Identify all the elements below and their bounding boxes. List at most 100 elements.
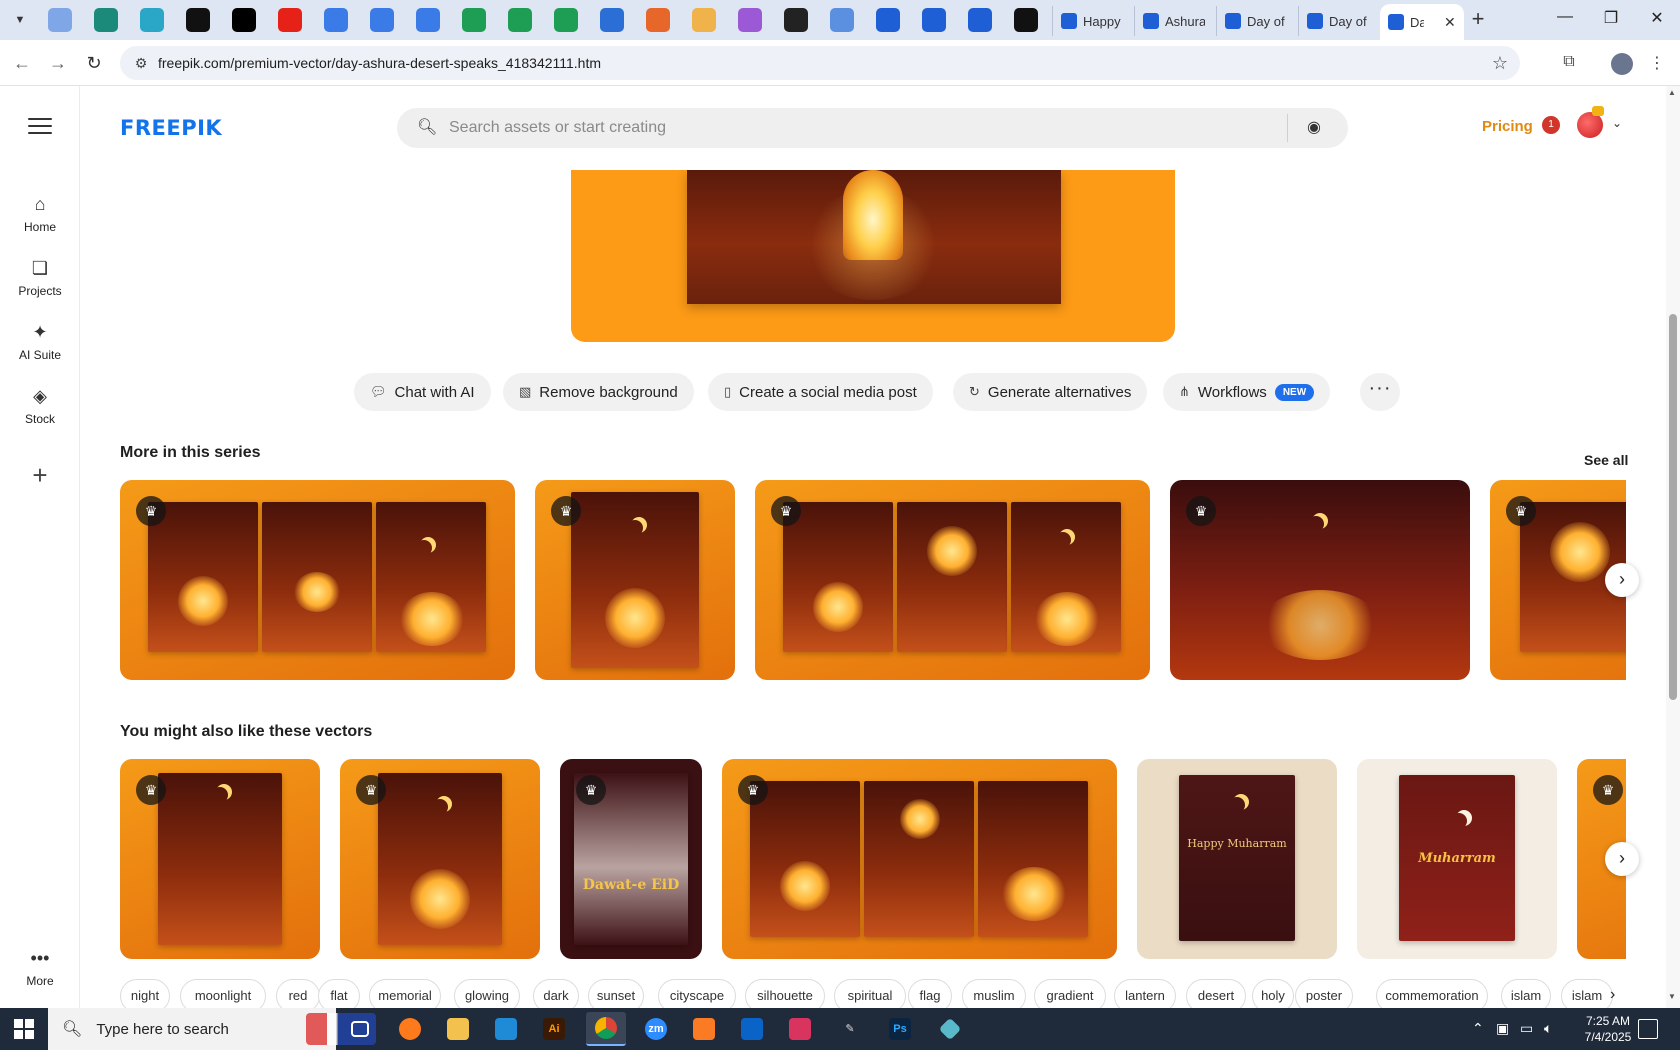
- app-diamond-icon[interactable]: [930, 1012, 970, 1046]
- volume-icon[interactable]: 🔈︎: [1544, 1020, 1552, 1037]
- workflows-button[interactable]: ⋔ Workflows NEW: [1163, 373, 1331, 411]
- series-card[interactable]: ♛: [120, 480, 515, 680]
- scroll-up-icon[interactable]: ▲: [1668, 88, 1676, 97]
- file-explorer-icon[interactable]: [438, 1012, 478, 1046]
- pen-tool-icon[interactable]: ✎: [830, 1012, 870, 1046]
- page-scrollbar[interactable]: ▲ ▼: [1666, 86, 1680, 1008]
- pinned-tab-12[interactable]: [830, 8, 854, 32]
- outlook-icon[interactable]: [732, 1012, 772, 1046]
- vscode-icon[interactable]: [486, 1012, 526, 1046]
- tray-app-icon[interactable]: ▣: [1496, 1020, 1509, 1037]
- tags-next-arrow-icon[interactable]: ›: [1610, 986, 1615, 1004]
- pinned-tab-4[interactable]: [186, 8, 210, 32]
- more-actions-button[interactable]: ···: [1360, 373, 1400, 411]
- pinned-tab-docs-3[interactable]: [416, 8, 440, 32]
- pinned-tab-sheets-3[interactable]: [554, 8, 578, 32]
- firefox-icon[interactable]: [390, 1012, 430, 1046]
- browser-menu-icon[interactable]: ⋮: [1646, 53, 1668, 75]
- tab-day-of-1[interactable]: Day of: [1216, 6, 1295, 36]
- pinned-tab-docs-2[interactable]: [370, 8, 394, 32]
- series-card[interactable]: ♛: [1170, 480, 1470, 680]
- similar-card[interactable]: ♛: [340, 759, 540, 959]
- creative-cloud-icon[interactable]: [780, 1012, 820, 1046]
- pinned-tab-sheets-1[interactable]: [462, 8, 486, 32]
- reload-icon[interactable]: ↻: [82, 52, 106, 76]
- pinned-tab-14[interactable]: [922, 8, 946, 32]
- rail-item-projects[interactable]: ❏ Projects: [0, 256, 80, 298]
- profile-avatar[interactable]: [1611, 53, 1633, 75]
- address-bar[interactable]: ⚙ freepik.com/premium-vector/day-ashura-…: [120, 46, 1520, 80]
- tab-active[interactable]: Da ✕: [1380, 4, 1464, 40]
- pinned-tab-9[interactable]: [692, 8, 716, 32]
- rail-item-more[interactable]: ••• More: [0, 946, 80, 988]
- pinned-tab-5[interactable]: [232, 8, 256, 32]
- task-view-icon[interactable]: [340, 1012, 380, 1046]
- forward-arrow-icon[interactable]: →: [46, 52, 70, 76]
- similar-card[interactable]: ♛: [722, 759, 1117, 959]
- scrollbar-thumb[interactable]: [1669, 314, 1677, 700]
- camera-search-icon[interactable]: ◉: [1307, 117, 1321, 137]
- xampp-icon[interactable]: [684, 1012, 724, 1046]
- search-input[interactable]: [449, 108, 1269, 148]
- pinned-tab-11[interactable]: [784, 8, 808, 32]
- pinned-tab-youtube[interactable]: [278, 8, 302, 32]
- windows-start-icon[interactable]: [14, 1019, 34, 1039]
- taskbar-clock[interactable]: 7:25 AM 7/4/2025: [1576, 1013, 1640, 1045]
- similar-card[interactable]: Muharram: [1357, 759, 1557, 959]
- pinned-tab-16[interactable]: [1014, 8, 1038, 32]
- pinned-tab-13[interactable]: [876, 8, 900, 32]
- remove-background-button[interactable]: ▧ Remove background: [503, 373, 694, 411]
- pinned-tab-8[interactable]: [646, 8, 670, 32]
- pinned-tab-10[interactable]: [738, 8, 762, 32]
- add-plus-icon[interactable]: +: [22, 458, 58, 494]
- tab-happy[interactable]: Happy: [1052, 6, 1131, 36]
- close-window-icon[interactable]: ✕: [1642, 8, 1672, 32]
- create-social-post-button[interactable]: ▯ Create a social media post: [708, 373, 933, 411]
- similar-card[interactable]: Dawat-e EiD ♛: [560, 759, 702, 959]
- pinned-tab-2[interactable]: [94, 8, 118, 32]
- tab-search-chevron-icon[interactable]: ▼: [8, 8, 32, 32]
- generate-alternatives-button[interactable]: ↻ Generate alternatives: [953, 373, 1148, 411]
- hamburger-menu-icon[interactable]: [28, 118, 52, 136]
- close-tab-icon[interactable]: ✕: [1444, 14, 1456, 31]
- extensions-puzzle-icon[interactable]: ⧉: [1558, 53, 1580, 75]
- pinned-tab-15[interactable]: [968, 8, 992, 32]
- site-info-icon[interactable]: ⚙: [128, 55, 154, 72]
- bookmark-star-icon[interactable]: ☆: [1492, 53, 1508, 74]
- rail-item-home[interactable]: ⌂ Home: [0, 192, 80, 234]
- asset-preview[interactable]: [571, 170, 1175, 342]
- pinned-tab-3[interactable]: [140, 8, 164, 32]
- pinned-tab-sheets-2[interactable]: [508, 8, 532, 32]
- freepik-logo[interactable]: FREEPIK: [120, 116, 222, 140]
- pinned-tab-docs-1[interactable]: [324, 8, 348, 32]
- series-card[interactable]: ♛: [535, 480, 735, 680]
- chrome-icon[interactable]: [586, 1012, 626, 1046]
- notification-badge[interactable]: 1: [1542, 116, 1560, 134]
- account-chevron-down-icon[interactable]: ⌄: [1612, 116, 1622, 130]
- illustrator-icon[interactable]: Ai: [534, 1012, 574, 1046]
- new-tab-plus-icon[interactable]: +: [1466, 8, 1490, 32]
- rail-item-ai-suite[interactable]: ✦ AI Suite: [0, 320, 80, 362]
- photoshop-icon[interactable]: Ps: [880, 1012, 920, 1046]
- pricing-link[interactable]: Pricing: [1482, 118, 1533, 135]
- pinned-tab-7[interactable]: [600, 8, 624, 32]
- back-arrow-icon[interactable]: ←: [10, 52, 34, 76]
- chat-with-ai-button[interactable]: 💬︎ Chat with AI: [354, 373, 491, 411]
- zoom-icon[interactable]: zm: [636, 1012, 676, 1046]
- taskbar-search-box[interactable]: 🔍︎ Type here to search: [48, 1008, 376, 1050]
- tab-ashura[interactable]: Ashura: [1134, 6, 1213, 36]
- series-next-arrow-icon[interactable]: ›: [1605, 563, 1639, 597]
- similar-card[interactable]: Happy Muharram: [1137, 759, 1337, 959]
- see-all-link[interactable]: See all: [1584, 452, 1628, 468]
- pinned-tab-1[interactable]: [48, 8, 72, 32]
- network-icon[interactable]: ▭: [1520, 1020, 1533, 1037]
- notification-center-icon[interactable]: [1638, 1019, 1658, 1039]
- series-card[interactable]: ♛: [755, 480, 1150, 680]
- tab-day-of-2[interactable]: Day of: [1298, 6, 1377, 36]
- similar-card[interactable]: ♛: [120, 759, 320, 959]
- similar-next-arrow-icon[interactable]: ›: [1605, 842, 1639, 876]
- restore-window-icon[interactable]: ❐: [1596, 8, 1626, 32]
- scroll-down-icon[interactable]: ▼: [1668, 992, 1676, 1001]
- minimize-window-icon[interactable]: —: [1550, 8, 1580, 32]
- tray-chevron-icon[interactable]: ⌃: [1472, 1020, 1484, 1037]
